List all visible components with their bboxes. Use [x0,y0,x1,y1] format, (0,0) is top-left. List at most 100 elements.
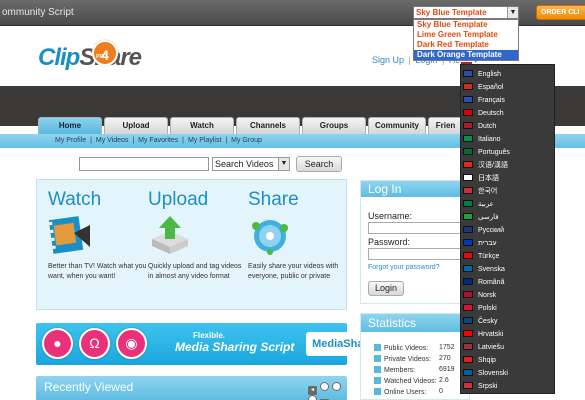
language-option[interactable]: Deutsch [463,107,553,120]
language-label: عربية [478,201,494,208]
flag-icon [463,226,473,233]
language-option[interactable]: 한국어 [463,185,553,198]
language-option[interactable]: Português [463,146,553,159]
nav-tab-home[interactable]: Home [38,117,102,134]
flag-icon [463,265,473,272]
nav-tab-channels[interactable]: Channels [236,117,300,134]
forgot-password-link[interactable]: Forgot your password? [368,264,440,271]
carousel-dot[interactable] [320,382,330,391]
flag-icon [463,83,473,90]
video-camera-icon: ● [42,328,73,359]
subnav-my-profile[interactable]: My Profile [55,137,86,144]
feature-title: Share [248,189,299,210]
stat-label: Members: [384,367,416,374]
language-option[interactable]: عربية [463,198,553,211]
password-field[interactable] [368,248,464,260]
template-option[interactable]: Dark Red Template [414,40,518,50]
template-option[interactable]: Lime Green Template [414,30,518,40]
language-label: 한국어 [478,188,498,195]
language-label: Srpski [478,383,498,390]
language-option[interactable]: Türkçe [463,250,553,263]
subnav-my-playlist[interactable]: My Playlist [188,137,221,144]
flag-icon [463,382,473,389]
flag-icon [463,96,473,103]
template-options-list[interactable]: Sky Blue Template Lime Green Template Da… [413,19,519,61]
carousel-dot[interactable] [332,382,342,391]
badge-pro-label: PRO [96,54,107,60]
language-option[interactable]: Hrvatski [463,328,553,341]
language-option[interactable]: עברית [463,237,553,250]
site-title: ommunity Script [2,7,74,18]
banner-tagline: Flexible. [193,331,226,340]
flag-icon [463,70,473,77]
nav-tab-upload[interactable]: Upload [104,117,168,134]
language-option[interactable]: Latviešu [463,341,553,354]
subnav-my-group[interactable]: My Group [231,137,262,144]
stat-icon [374,366,381,373]
nav-tab-groups[interactable]: Groups [302,117,366,134]
divider: | [90,137,92,144]
chevron-down-icon[interactable]: ▼ [507,7,518,18]
divider: | [408,55,411,65]
language-option[interactable]: Srpski [463,380,553,393]
login-button[interactable]: Login [368,281,404,296]
language-option[interactable]: Русский [463,224,553,237]
upload-arrow-icon [152,216,188,254]
language-option[interactable]: Česky [463,315,553,328]
language-option[interactable]: English [463,68,553,81]
nav-tab-friends[interactable]: Frien [428,117,463,134]
flag-icon [463,317,473,324]
mediashare-banner[interactable]: ● Ω ◉ Flexible. Media Sharing Script Med… [36,323,380,365]
search-type-value: Search Videos [215,159,274,169]
username-label: Username: [368,211,413,221]
language-dropdown[interactable]: English Español Français Deutsch Dutch Italia… [460,64,555,394]
language-option[interactable]: 日本語 [463,172,553,185]
language-label: Русский [478,227,504,234]
subnav-my-favorites[interactable]: My Favorites [138,137,178,144]
flag-icon [463,291,473,298]
language-option[interactable]: Dutch [463,120,553,133]
template-select[interactable]: Sky Blue Template ▼ [413,6,519,19]
flag-icon [463,187,473,194]
language-option[interactable]: Slovenski [463,367,553,380]
search-input[interactable] [79,157,209,171]
language-label: Français [478,97,505,104]
nav-tab-watch[interactable]: Watch [170,117,234,134]
language-option[interactable]: Norsk [463,289,553,302]
chevron-down-icon[interactable]: ▼ [278,158,289,170]
signup-link[interactable]: Sign Up [372,55,404,65]
language-label: Slovenski [478,370,508,377]
template-option[interactable]: Sky Blue Template [414,20,518,30]
flag-icon [463,161,473,168]
flag-icon [463,200,473,207]
language-option[interactable]: Français [463,94,553,107]
template-option-highlighted[interactable]: Dark Orange Template [414,50,518,60]
site-logo[interactable]: ClipShare PRO 4 [38,40,142,72]
carousel-dot[interactable] [308,395,317,400]
search-type-select[interactable]: Search Videos ▼ [212,157,290,171]
language-option[interactable]: Español [463,81,553,94]
recently-viewed-header: Recently Viewed ◂ ▸ [36,376,347,400]
flag-icon [463,356,473,363]
subnav-my-videos[interactable]: My Videos [96,137,129,144]
photo-camera-icon: ◉ [116,328,147,359]
nav-tab-community[interactable]: Community [368,117,426,134]
flag-icon [463,304,473,311]
search-button[interactable]: Search [296,156,342,172]
username-field[interactable] [368,222,464,234]
stat-row: Public Videos: 1752 [374,344,469,352]
language-option[interactable]: فارسی [463,211,553,224]
language-option[interactable]: 汉语/漢語 [463,159,553,172]
divider: | [132,137,135,144]
stat-value: 2.6 [439,377,449,384]
order-button[interactable]: ORDER CLI [536,5,585,20]
prev-arrow-icon[interactable]: ◂ [308,386,317,395]
language-label: Türkçe [478,253,500,260]
language-option[interactable]: Italiano [463,133,553,146]
language-option[interactable]: Română [463,276,553,289]
stat-value: 6919 [439,366,455,373]
language-label: Svenska [478,266,505,273]
language-option[interactable]: Polski [463,302,553,315]
language-option[interactable]: Shqip [463,354,553,367]
language-option[interactable]: Svenska [463,263,553,276]
